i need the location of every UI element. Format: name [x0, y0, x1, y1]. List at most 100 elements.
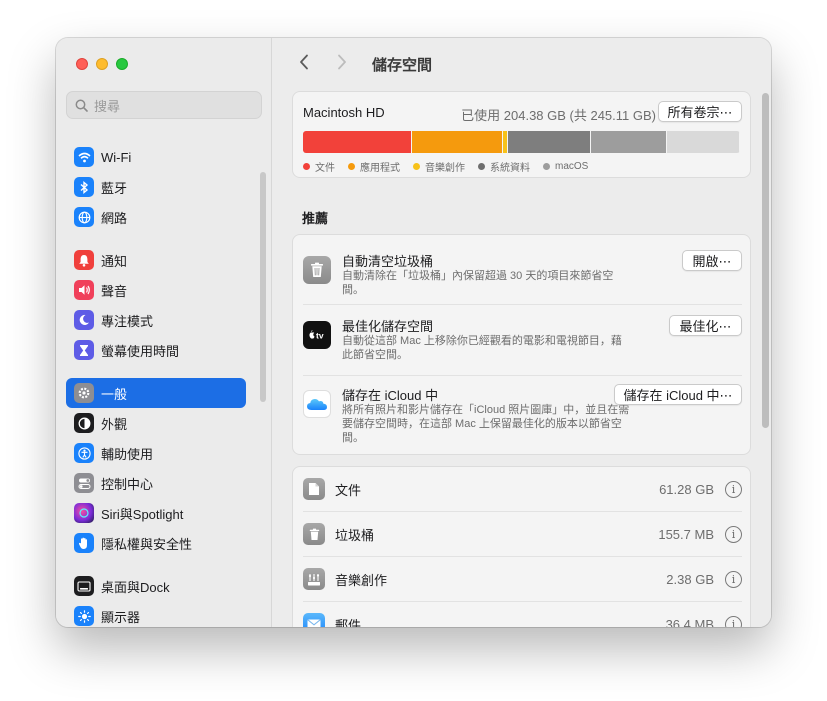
search-icon	[75, 99, 88, 112]
sidebar-item-label: 聲音	[101, 283, 128, 299]
legend-dot	[413, 163, 420, 170]
gear-icon	[74, 383, 94, 403]
divider	[303, 556, 742, 557]
sidebar-item-accessibility[interactable]: 輔助使用	[66, 438, 246, 468]
info-icon[interactable]: i	[725, 525, 742, 543]
sidebar-item-label: 桌面與Dock	[101, 579, 170, 595]
sidebar-item-label: 藍牙	[101, 180, 128, 196]
legend-item: 音樂創作	[413, 159, 465, 174]
list-item-size: 61.28 GB	[659, 481, 714, 497]
all-volumes-button[interactable]: 所有卷宗⋯	[658, 101, 742, 122]
legend-dot	[303, 163, 310, 170]
storage-bar-segment[interactable]	[412, 131, 504, 153]
optimize-button[interactable]: 最佳化⋯	[669, 315, 742, 336]
info-icon[interactable]: i	[725, 480, 742, 498]
storage-summary-card: Macintosh HD 已使用 204.38 GB (共 245.11 GB)…	[292, 91, 751, 178]
sidebar-item-label: 通知	[101, 253, 128, 269]
zoom-window-button[interactable]	[116, 58, 128, 70]
legend-item: 系統資料	[478, 159, 530, 174]
sidebar-item-network[interactable]: 網路	[66, 202, 246, 232]
sidebar-scrollbar[interactable]	[260, 172, 266, 402]
storage-bar-segment[interactable]	[303, 131, 413, 153]
speaker-icon	[74, 280, 94, 300]
legend-label: 音樂創作	[425, 163, 465, 174]
page-title: 儲存空間	[372, 56, 433, 74]
sidebar-item-label: Wi-Fi	[101, 149, 132, 165]
sidebar-item-privacy-security[interactable]: 隱私權與安全性	[66, 528, 246, 558]
storage-categories-list: 文件 61.28 GB i 垃圾桶 155.7 MB i 音樂創作 2.38 G…	[292, 466, 751, 627]
minimize-window-button[interactable]	[96, 58, 108, 70]
storage-bar-segment[interactable]	[590, 131, 667, 153]
sidebar: 搜尋 Wi-Fi 藍牙 網路 通知 聲音 專注模式 螢幕使用時間 一般 外觀 輔…	[56, 38, 272, 627]
icloud-icon	[303, 390, 331, 418]
bell-icon	[74, 250, 94, 270]
legend-label: macOS	[555, 161, 589, 172]
list-item-label: 垃圾桶	[335, 527, 375, 543]
sidebar-item-control-center[interactable]: 控制中心	[66, 468, 246, 498]
back-button[interactable]	[294, 53, 314, 76]
sidebar-item-label: 隱私權與安全性	[101, 536, 193, 552]
sidebar-item-siri-spotlight[interactable]: Siri與Spotlight	[66, 498, 246, 528]
recommendations-card: 自動清空垃圾桶 自動清除在「垃圾桶」內保留超過 30 天的項目來節省空間。 開啟…	[292, 234, 751, 455]
recommendation-description: 將所有照片和影片儲存在「iCloud 照片圖庫」中，並且在需要儲存空間時，在這部…	[342, 404, 630, 444]
apple-tv-icon: tv	[303, 321, 331, 349]
sidebar-item-label: 外觀	[101, 416, 128, 432]
settings-window: 搜尋 Wi-Fi 藍牙 網路 通知 聲音 專注模式 螢幕使用時間 一般 外觀 輔…	[56, 38, 771, 627]
list-item-size: 2.38 GB	[666, 571, 714, 587]
disk-name: Macintosh HD	[303, 105, 385, 120]
sidebar-item-screen-time[interactable]: 螢幕使用時間	[66, 335, 246, 365]
main-pane: 儲存空間 Macintosh HD 已使用 204.38 GB (共 245.1…	[272, 38, 771, 627]
list-item-music-creation[interactable]: 音樂創作 2.38 GB i	[303, 564, 742, 594]
legend-item: 應用程式	[348, 159, 400, 174]
legend-label: 應用程式	[360, 163, 400, 174]
divider	[303, 304, 742, 305]
recommendation-title: 自動清空垃圾桶	[342, 254, 434, 269]
accessibility-icon	[74, 443, 94, 463]
list-item-size: 36.4 MB	[665, 616, 714, 628]
toolbar: 儲存空間	[272, 38, 771, 90]
sidebar-item-label: 一般	[101, 386, 128, 402]
sidebar-item-focus[interactable]: 專注模式	[66, 305, 246, 335]
search-input[interactable]: 搜尋	[66, 91, 262, 119]
list-item-size: 155.7 MB	[658, 526, 714, 542]
store-in-icloud-button[interactable]: 儲存在 iCloud 中⋯	[614, 384, 742, 405]
sidebar-item-label: 專注模式	[101, 313, 154, 329]
appearance-icon	[74, 413, 94, 433]
forward-button[interactable]	[332, 53, 352, 76]
sidebar-item-appearance[interactable]: 外觀	[66, 408, 246, 438]
legend-item: 文件	[303, 159, 335, 174]
storage-bar-segment[interactable]	[666, 131, 740, 153]
chevron-left-icon	[300, 54, 308, 69]
sidebar-item-general[interactable]: 一般	[66, 378, 246, 408]
divider	[303, 375, 742, 376]
toggles-icon	[74, 473, 94, 493]
siri-icon	[74, 503, 94, 523]
sidebar-item-notifications[interactable]: 通知	[66, 245, 246, 275]
trash-icon	[303, 256, 331, 284]
storage-usage-bar	[303, 131, 740, 153]
sidebar-item-wifi[interactable]: Wi-Fi	[66, 142, 246, 172]
legend-label: 文件	[315, 163, 335, 174]
bluetooth-icon	[74, 177, 94, 197]
sidebar-item-sound[interactable]: 聲音	[66, 275, 246, 305]
sidebar-item-bluetooth[interactable]: 藍牙	[66, 172, 246, 202]
list-item-mail[interactable]: 郵件 36.4 MB i	[303, 609, 742, 627]
document-icon	[303, 478, 325, 500]
sidebar-item-label: 控制中心	[101, 476, 154, 492]
sidebar-item-displays[interactable]: 顯示器	[66, 601, 246, 627]
storage-bar-segment[interactable]	[507, 131, 591, 153]
globe-icon	[74, 207, 94, 227]
recommendations-heading: 推薦	[302, 211, 329, 226]
recommendation-title: 最佳化儲存空間	[342, 319, 434, 334]
info-icon[interactable]: i	[725, 570, 742, 588]
main-scrollbar[interactable]	[762, 93, 769, 428]
info-icon[interactable]: i	[725, 615, 742, 627]
sidebar-item-desktop-dock[interactable]: 桌面與Dock	[66, 571, 246, 601]
legend-dot	[543, 163, 550, 170]
music-creation-icon	[303, 568, 325, 590]
list-item-trash[interactable]: 垃圾桶 155.7 MB i	[303, 519, 742, 549]
enable-auto-empty-trash-button[interactable]: 開啟⋯	[682, 250, 742, 271]
recommendation-description: 自動清除在「垃圾桶」內保留超過 30 天的項目來節省空間。	[342, 270, 614, 296]
close-window-button[interactable]	[76, 58, 88, 70]
list-item-documents[interactable]: 文件 61.28 GB i	[303, 474, 742, 504]
